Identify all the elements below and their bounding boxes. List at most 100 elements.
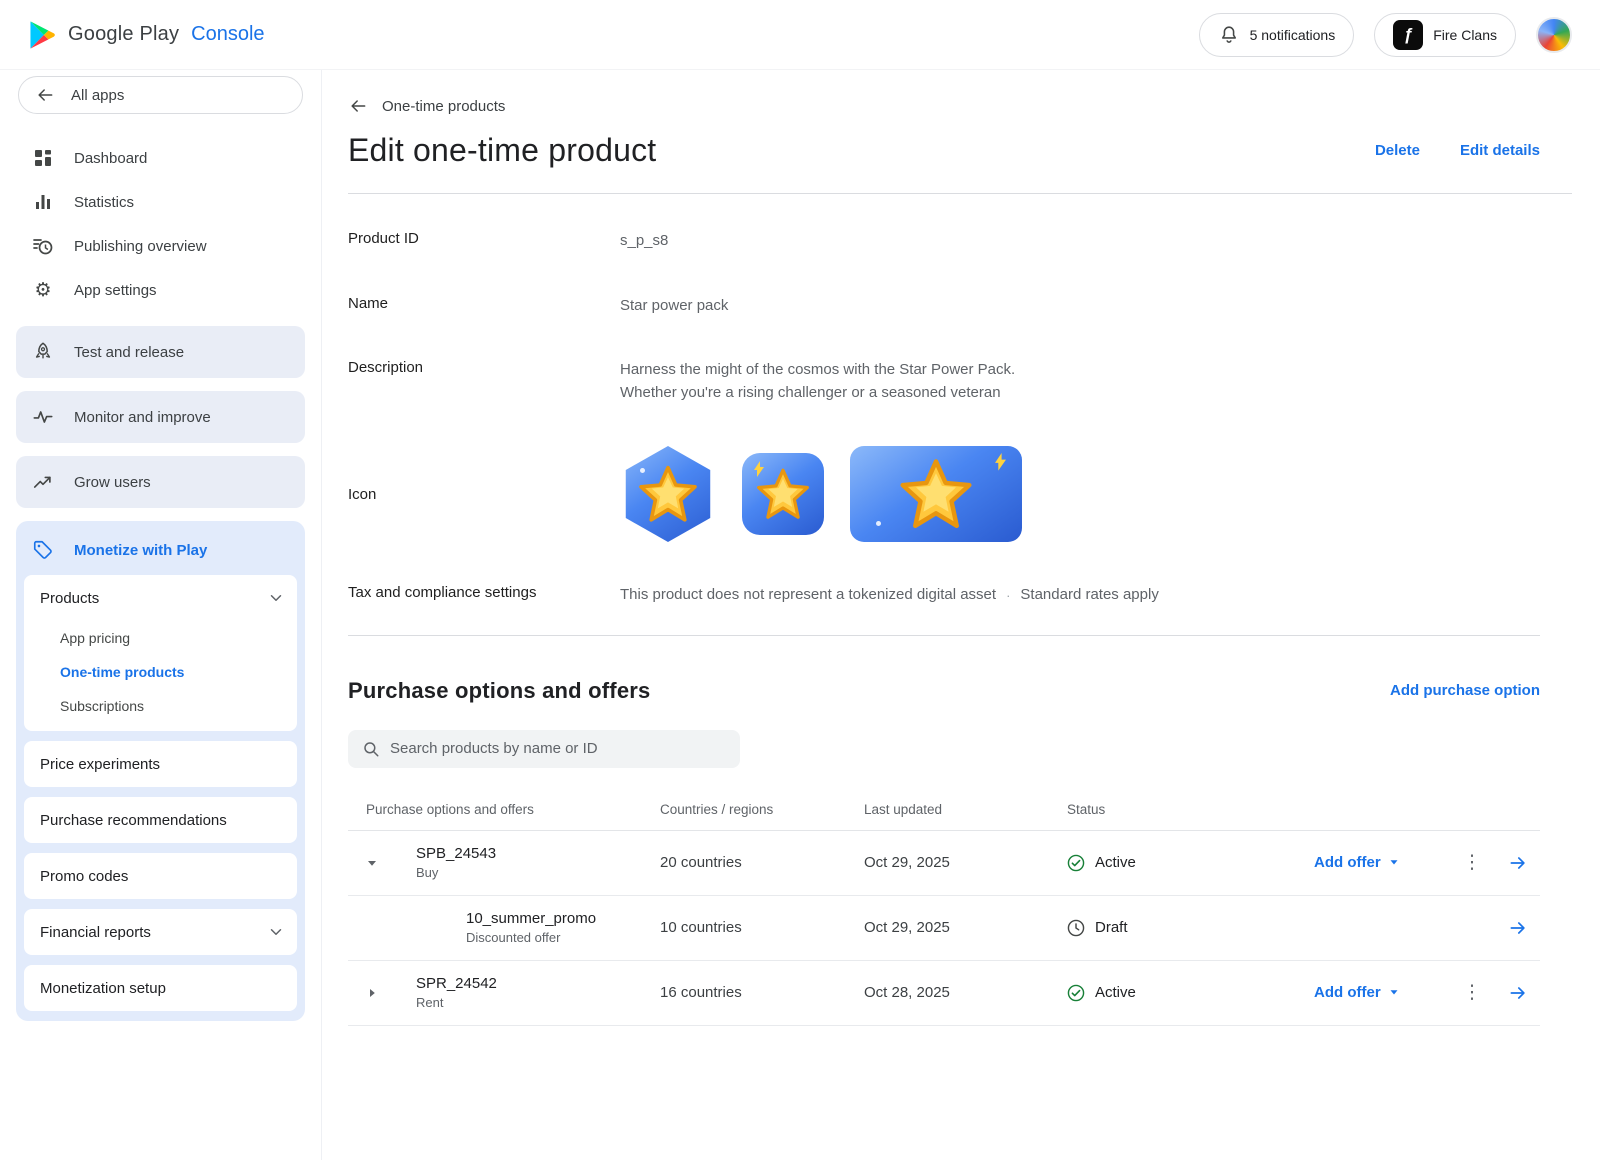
lightning-icon — [995, 453, 1006, 471]
countries-cell: 16 countries — [640, 984, 844, 1001]
spacer — [16, 312, 305, 326]
tax-value-secondary: Standard rates apply — [1020, 584, 1158, 607]
sidebar-section-monetize-with-play[interactable]: Monetize with Play — [24, 525, 297, 575]
status-cell: Active — [1047, 854, 1294, 872]
status-cell: Active — [1047, 984, 1294, 1002]
open-row-button[interactable] — [1496, 961, 1540, 1025]
open-row-button[interactable] — [1496, 896, 1540, 960]
table-row-offer[interactable]: 10_summer_promo Discounted offer 10 coun… — [348, 896, 1540, 961]
overflow-menu-button[interactable]: ⋮ — [1448, 831, 1496, 895]
tax-label: Tax and compliance settings — [348, 584, 620, 601]
sidebar-item-price-experiments[interactable]: Price experiments — [24, 741, 297, 787]
add-offer-button[interactable]: Add offer — [1314, 984, 1401, 1001]
arrow-right-icon — [1508, 918, 1528, 938]
description-label: Description — [348, 359, 620, 376]
sidebar-section-label: Monetize with Play — [74, 542, 207, 559]
pulse-icon — [32, 406, 54, 428]
chevron-down-icon — [267, 923, 285, 941]
sidebar-item-monetization-setup[interactable]: Monetization setup — [24, 965, 297, 1011]
product-icon-banner — [850, 446, 1022, 542]
action-cell: Add offer — [1294, 984, 1448, 1002]
financial-reports-card: Financial reports — [24, 909, 297, 955]
add-offer-button[interactable]: Add offer — [1314, 854, 1401, 871]
back-arrow-icon — [35, 85, 55, 105]
product-id-row: Product ID s_p_s8 — [348, 230, 1540, 253]
brand-google-play: Google Play — [68, 23, 179, 46]
add-offer-label: Add offer — [1314, 984, 1381, 1001]
sidebar-group-products[interactable]: Products — [24, 575, 297, 621]
sidebar-item-purchase-recommendations[interactable]: Purchase recommendations — [24, 797, 297, 843]
last-updated-cell: Oct 29, 2025 — [844, 854, 1047, 871]
sidebar-section-monitor-and-improve[interactable]: Monitor and improve — [16, 391, 305, 443]
sidebar-item-app-settings[interactable]: ⚙ App settings — [16, 268, 305, 312]
sparkle-icon — [876, 521, 881, 526]
purchase-options-title: Purchase options and offers — [348, 678, 650, 704]
product-icon-hexagon — [620, 446, 716, 542]
dropdown-caret-icon — [1387, 985, 1401, 999]
lightning-icon — [754, 461, 764, 477]
sidebar-item-dashboard[interactable]: Dashboard — [16, 136, 305, 180]
account-avatar[interactable] — [1536, 17, 1572, 53]
action-cell: Add offer — [1294, 854, 1448, 872]
search-input[interactable] — [390, 740, 726, 757]
product-icon-square — [742, 453, 824, 535]
trending-up-icon — [32, 471, 54, 493]
promo-codes-card: Promo codes — [24, 853, 297, 899]
sidebar-item-subscriptions[interactable]: Subscriptions — [24, 689, 297, 723]
notifications-label: 5 notifications — [1250, 27, 1336, 43]
monetize-with-play-section: Monetize with Play Products App pricing … — [16, 521, 305, 1021]
all-apps-label: All apps — [71, 87, 124, 104]
sidebar-section-label: Test and release — [74, 344, 184, 361]
sidebar-item-publishing-overview[interactable]: Publishing overview — [16, 224, 305, 268]
card-label: Monetization setup — [40, 980, 166, 997]
delete-button[interactable]: Delete — [1375, 142, 1420, 159]
sidebar-section-test-and-release[interactable]: Test and release — [16, 326, 305, 378]
column-header: Last updated — [844, 802, 1047, 817]
sidebar-item-statistics[interactable]: Statistics — [16, 180, 305, 224]
column-header: Purchase options and offers — [348, 802, 640, 817]
open-row-button[interactable] — [1496, 831, 1540, 895]
statistics-icon — [32, 191, 54, 213]
all-apps-button[interactable]: All apps — [18, 76, 303, 114]
purchase-option-type: Rent — [416, 995, 640, 1010]
sidebar-item-one-time-products[interactable]: One-time products — [24, 655, 297, 689]
sidebar-item-label: Statistics — [74, 194, 134, 211]
check-circle-icon — [1067, 984, 1085, 1002]
sidebar-group-financial-reports[interactable]: Financial reports — [24, 909, 297, 955]
expand-placeholder — [348, 896, 396, 960]
status-label: Active — [1095, 854, 1136, 871]
expand-row-button[interactable] — [348, 961, 396, 1025]
purchase-options-header: Purchase options and offers Add purchase… — [348, 678, 1540, 704]
tax-value: This product does not represent a tokeni… — [620, 584, 1540, 607]
card-label: Promo codes — [40, 868, 128, 885]
sidebar-section-grow-users[interactable]: Grow users — [16, 456, 305, 508]
brand[interactable]: Google Play Console — [28, 20, 265, 50]
table-row[interactable]: SPB_24543 Buy 20 countries Oct 29, 2025 … — [348, 831, 1540, 896]
edit-details-button[interactable]: Edit details — [1460, 142, 1540, 159]
name-row: Name Star power pack — [348, 295, 1540, 318]
overflow-menu-button[interactable]: ⋮ — [1448, 961, 1496, 1025]
card-label: Price experiments — [40, 756, 160, 773]
sidebar-item-app-pricing[interactable]: App pricing — [24, 621, 297, 655]
collapse-row-button[interactable] — [348, 831, 396, 895]
product-icon-previews — [620, 446, 1540, 542]
overflow-menu-icon: ⋮ — [1463, 851, 1482, 874]
title-actions: Delete Edit details — [1375, 142, 1540, 159]
sidebar-item-label: Publishing overview — [74, 238, 207, 255]
table-row[interactable]: SPR_24542 Rent 16 countries Oct 28, 2025… — [348, 961, 1540, 1026]
publishing-overview-icon — [32, 235, 54, 257]
countries-cell: 20 countries — [640, 854, 844, 871]
breadcrumb-back-button[interactable] — [348, 96, 368, 116]
topbar-actions: 5 notifications ƒ Fire Clans — [1199, 13, 1572, 57]
app-switcher-button[interactable]: ƒ Fire Clans — [1374, 13, 1516, 57]
clock-icon — [1067, 919, 1085, 937]
add-purchase-option-button[interactable]: Add purchase option — [1390, 682, 1540, 699]
sidebar-section-label: Monitor and improve — [74, 409, 211, 426]
products-group-label: Products — [40, 590, 99, 607]
google-play-logo-icon — [28, 20, 56, 50]
rocket-icon — [32, 341, 54, 363]
status-label: Active — [1095, 984, 1136, 1001]
card-label: Purchase recommendations — [40, 812, 227, 829]
sidebar-item-promo-codes[interactable]: Promo codes — [24, 853, 297, 899]
notifications-button[interactable]: 5 notifications — [1199, 13, 1355, 57]
